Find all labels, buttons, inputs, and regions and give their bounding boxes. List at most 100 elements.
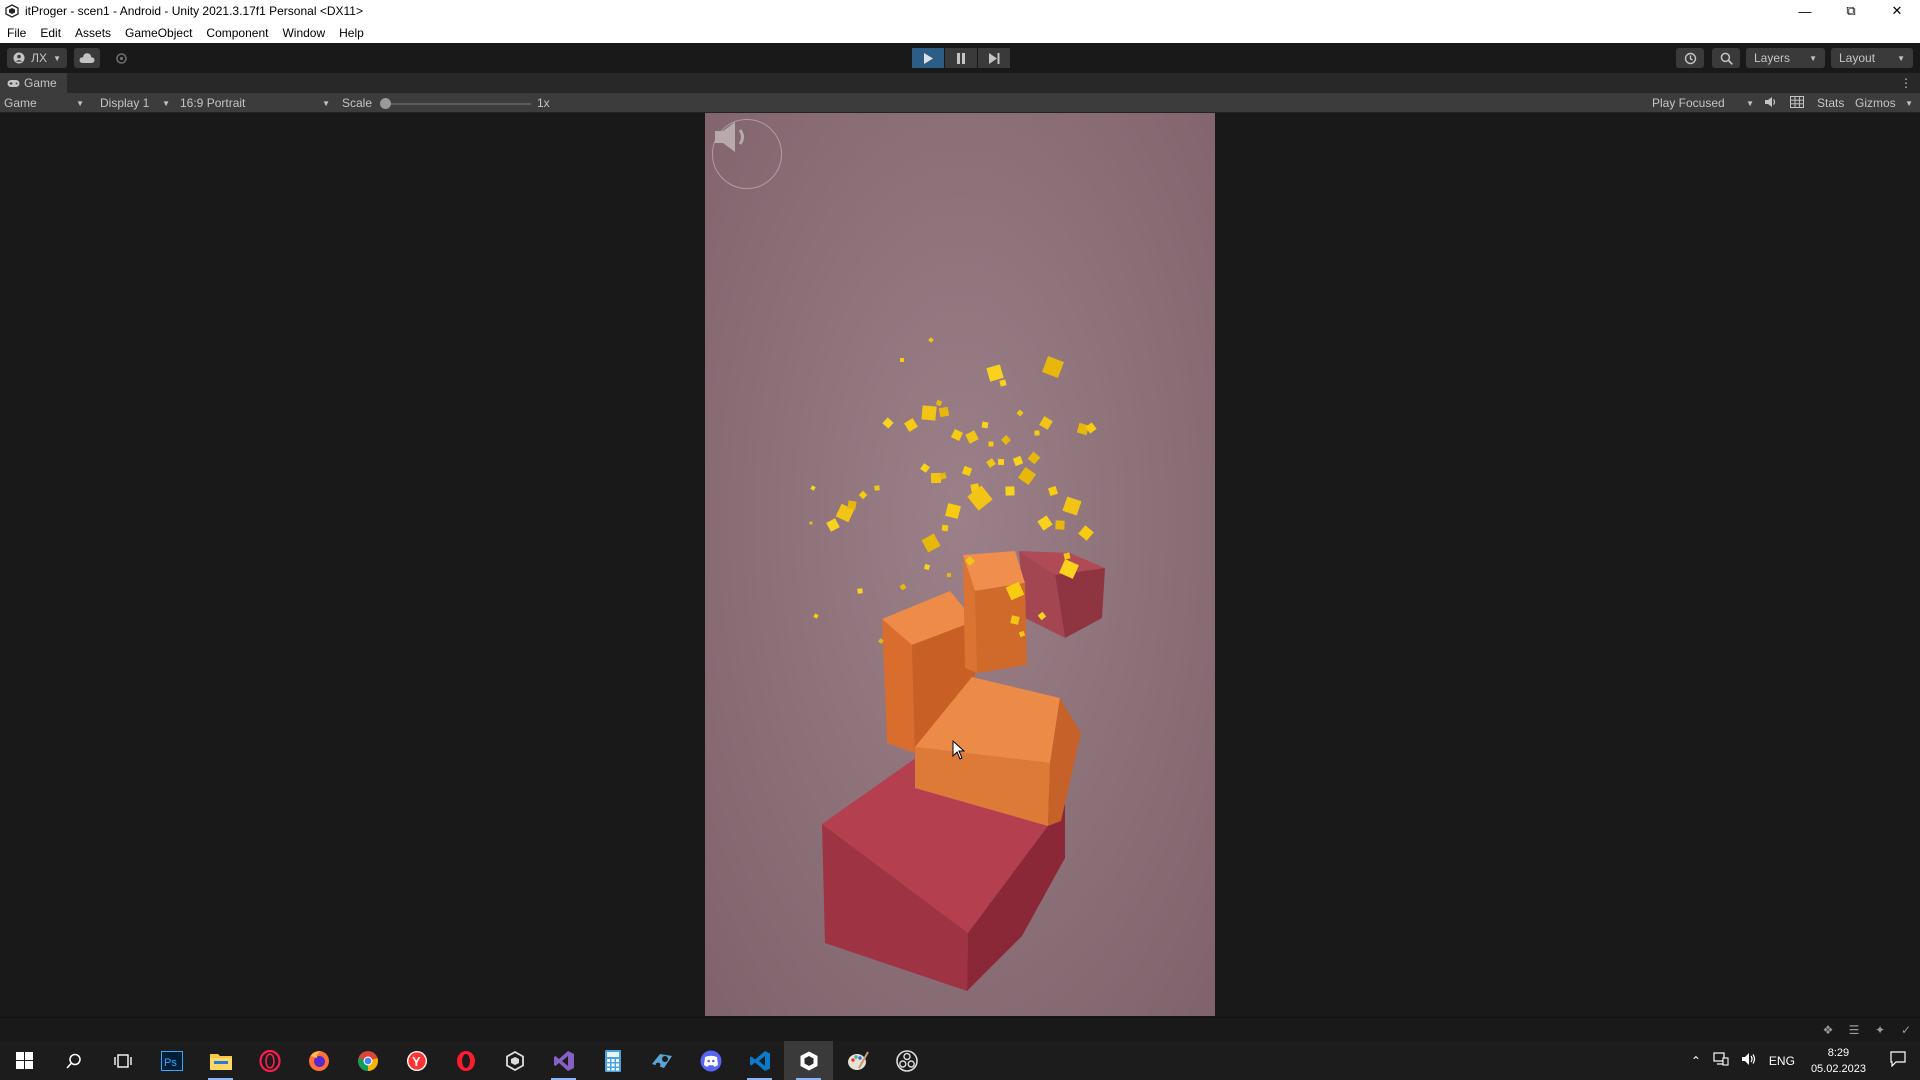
taskbar-app-opera[interactable] — [441, 1041, 490, 1080]
particle-cube — [921, 405, 937, 421]
start-button[interactable] — [0, 1041, 49, 1080]
restore-button[interactable]: ⧉ — [1828, 0, 1874, 22]
notifications-button[interactable] — [1876, 1051, 1920, 1070]
display-dropdown[interactable]: Display 1 ▼ — [96, 95, 174, 111]
scale-slider-track[interactable] — [383, 103, 531, 105]
particle-cube — [961, 465, 973, 477]
paint-icon — [847, 1051, 869, 1070]
menu-help[interactable]: Help — [339, 26, 364, 40]
particle-cube — [941, 524, 949, 532]
window-controls: — ⧉ ✕ — [1782, 0, 1920, 22]
particle-cube — [938, 406, 950, 418]
taskbar-app-opera-gx[interactable] — [245, 1041, 294, 1080]
taskbar-search-button[interactable] — [49, 1041, 98, 1080]
collab-button[interactable] — [108, 48, 134, 68]
collab-gear-icon — [115, 52, 127, 64]
more-options-icon[interactable]: ⋮ — [1900, 76, 1912, 90]
taskbar-app-unity[interactable] — [784, 1041, 833, 1080]
game-viewport[interactable] — [705, 113, 1215, 1016]
particle-cube — [1047, 485, 1059, 497]
particle-cube — [945, 503, 961, 519]
taskbar-app-photoshop[interactable]: Ps — [147, 1041, 196, 1080]
view-mode-dropdown[interactable]: Game ▼ — [0, 95, 88, 111]
menu-assets[interactable]: Assets — [75, 26, 111, 40]
particle-cube — [923, 563, 931, 571]
menu-bar: File Edit Assets GameObject Component Wi… — [0, 22, 1920, 43]
bug-icon[interactable]: ❖ — [1820, 1022, 1836, 1038]
search-icon — [65, 1053, 81, 1069]
particle-cube — [997, 458, 1005, 466]
bug-slash-icon[interactable]: ✦ — [1872, 1022, 1888, 1038]
menu-file[interactable]: File — [7, 26, 26, 40]
menu-component[interactable]: Component — [206, 26, 268, 40]
layers-dropdown[interactable]: Layers ▼ — [1746, 48, 1825, 68]
language-indicator[interactable]: ENG — [1763, 1054, 1801, 1068]
particle-cube — [847, 500, 857, 510]
minimize-button[interactable]: — — [1782, 0, 1828, 22]
chevron-up-icon[interactable]: ⌃ — [1685, 1054, 1707, 1068]
cloud-icon — [79, 53, 95, 63]
taskbar-app-visual-studio[interactable] — [539, 1041, 588, 1080]
notification-icon — [1890, 1051, 1906, 1068]
chevron-down-icon: ▼ — [1897, 53, 1905, 63]
tab-game[interactable]: Game — [0, 73, 67, 93]
taskbar-app-calculator[interactable] — [588, 1041, 637, 1080]
chevron-down-icon: ▼ — [53, 53, 61, 63]
particle-cube — [900, 358, 904, 362]
taskbar-app-steam[interactable] — [637, 1041, 686, 1080]
aspect-dropdown[interactable]: 16:9 Portrait ▼ — [176, 95, 334, 111]
taskbar-app-yandex[interactable]: Y — [392, 1041, 441, 1080]
tab-game-label: Game — [24, 76, 57, 90]
chrome-icon — [357, 1050, 378, 1071]
taskbar-app-firefox[interactable] — [294, 1041, 343, 1080]
taskbar-app-obs[interactable] — [882, 1041, 931, 1080]
mute-audio-button[interactable] — [1764, 96, 1777, 111]
volume-icon[interactable] — [1735, 1052, 1763, 1069]
search-button[interactable] — [1712, 48, 1740, 68]
clock[interactable]: 8:29 05.02.2023 — [1801, 1045, 1876, 1077]
toggle-grid-button[interactable] — [1790, 96, 1804, 111]
particle-cube — [967, 485, 993, 511]
taskbar-app-unity-hub[interactable] — [490, 1041, 539, 1080]
close-button[interactable]: ✕ — [1874, 0, 1920, 22]
menu-edit[interactable]: Edit — [40, 26, 61, 40]
pause-button[interactable] — [945, 48, 977, 68]
network-icon[interactable] — [1707, 1052, 1735, 1069]
undo-history-button[interactable] — [1676, 48, 1704, 68]
account-label: ЛХ — [31, 51, 47, 65]
scale-value: 1x — [537, 96, 550, 110]
particle-cube — [1016, 409, 1024, 417]
cloud-button[interactable] — [74, 48, 100, 68]
taskbar-app-discord[interactable] — [686, 1041, 735, 1080]
chevron-down-icon: ▼ — [1746, 98, 1754, 108]
particle-cube — [1005, 486, 1015, 496]
layout-dropdown[interactable]: Layout ▼ — [1831, 48, 1913, 68]
sound-toggle-button[interactable] — [712, 119, 782, 189]
play-mode-dropdown[interactable]: Play Focused ▼ — [1648, 95, 1758, 111]
taskbar-app-chrome[interactable] — [343, 1041, 392, 1080]
chevron-down-icon: ▼ — [162, 98, 170, 108]
account-dropdown[interactable]: ЛХ ▼ — [7, 48, 67, 68]
particle-cube — [950, 428, 964, 442]
taskbar-app-paint[interactable] — [833, 1041, 882, 1080]
gizmos-label: Gizmos — [1855, 96, 1896, 110]
particle-cube — [999, 379, 1007, 387]
scale-slider-thumb[interactable] — [380, 98, 391, 109]
main-toolbar: ЛХ ▼ Layers ▼ Layout ▼ — [0, 43, 1920, 73]
status-bar: ❖ ☰ ✦ ✓ — [0, 1017, 1920, 1041]
menu-gameobject[interactable]: GameObject — [125, 26, 192, 40]
layout-label: Layout — [1839, 51, 1876, 65]
taskbar-app-vscode[interactable] — [735, 1041, 784, 1080]
taskbar-app-explorer[interactable] — [196, 1041, 245, 1080]
play-button[interactable] — [912, 48, 944, 68]
check-circle-icon[interactable]: ✓ — [1898, 1022, 1914, 1038]
particle-cube — [1078, 525, 1094, 541]
step-icon — [988, 52, 999, 64]
gizmos-dropdown[interactable]: Gizmos ▼ — [1851, 95, 1917, 111]
layers-stack-icon[interactable]: ☰ — [1846, 1022, 1862, 1038]
menu-window[interactable]: Window — [282, 26, 325, 40]
step-button[interactable] — [978, 48, 1010, 68]
chevron-down-icon: ▼ — [76, 98, 84, 108]
stats-button[interactable]: Stats — [1817, 96, 1844, 110]
task-view-button[interactable] — [98, 1041, 147, 1080]
